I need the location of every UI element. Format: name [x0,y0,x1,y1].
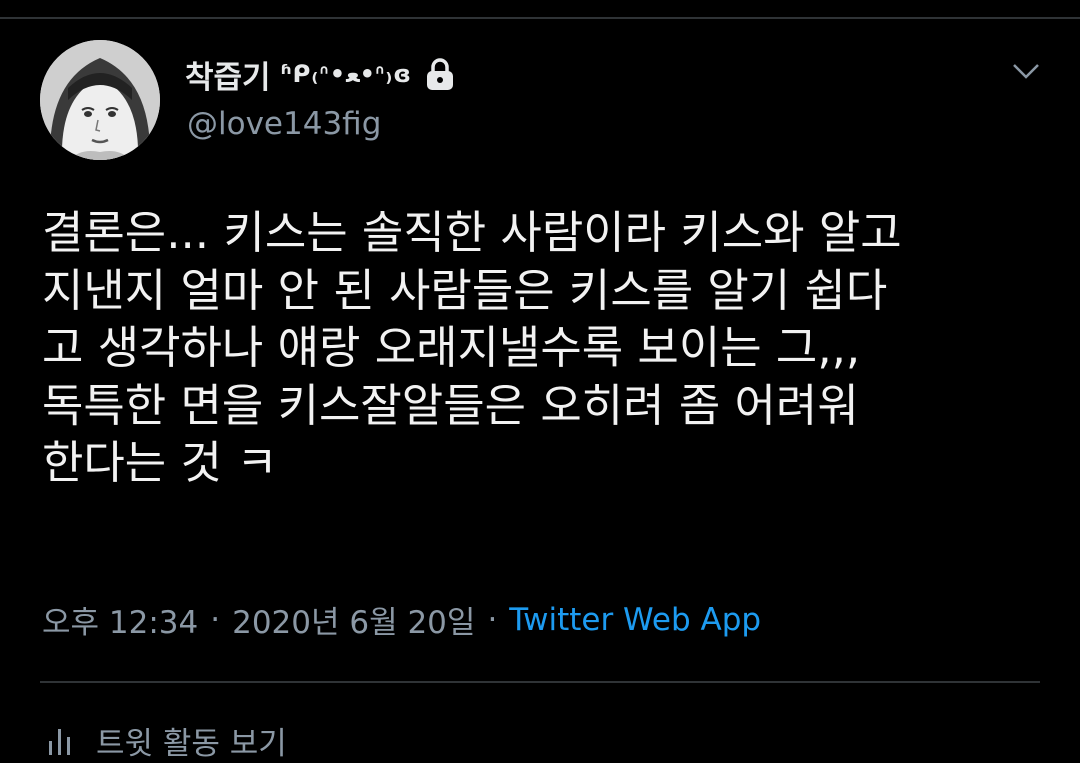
tweet-activity-link[interactable]: 트윗 활동 보기 [42,718,287,763]
tweet-text-line: 결론은... 키스는 솔직한 사람이라 키스와 알고 [42,206,902,259]
tweet-text-line: 독특한 면을 키스잘알들은 오히려 좀 어려워 [42,378,859,432]
more-options-button[interactable] [1006,56,1046,86]
top-divider [0,17,1080,19]
tweet-time[interactable]: 오후 12:34 [42,597,198,642]
meta-separator: · [487,601,498,638]
avatar[interactable] [40,40,160,160]
tweet-activity-label: 트윗 활동 보기 [96,726,287,762]
tweet-metadata: 오후 12:34 · 2020년 6월 20일 · Twitter Web Ap… [42,597,761,642]
display-name[interactable]: 착즙기 ʱᑭ₍ᐢ•ﻌ•ᐢ₎ɞ [185,52,458,96]
bottom-divider [40,681,1040,683]
bar-chart-icon [49,728,70,755]
meta-separator: · [210,601,221,638]
avatar-illustration [40,40,160,160]
lock-icon [422,56,458,92]
tweet-text-line: 고 생각하나 얘랑 오래지낼수록 보이는 그,,, [42,321,861,374]
tweet-text-line: 한다는 것 ㅋ [42,436,278,489]
chevron-down-icon [1013,64,1039,79]
tweet-date[interactable]: 2020년 6월 20일 [232,597,475,642]
tweet-text: 결론은... 키스는 솔직한 사람이라 키스와 알고 지낸지 얼마 안 된 사람… [42,204,1042,492]
display-name-text: 착즙기 [185,59,271,96]
tweet-text-line: 지낸지 얼마 안 된 사람들은 키스를 알기 쉽다 [42,263,888,317]
tweet-source-link[interactable]: Twitter Web App [509,602,761,638]
display-name-decoration: ʱᑭ₍ᐢ•ﻌ•ᐢ₎ɞ [280,60,412,88]
user-handle[interactable]: @love143fig [187,106,381,142]
